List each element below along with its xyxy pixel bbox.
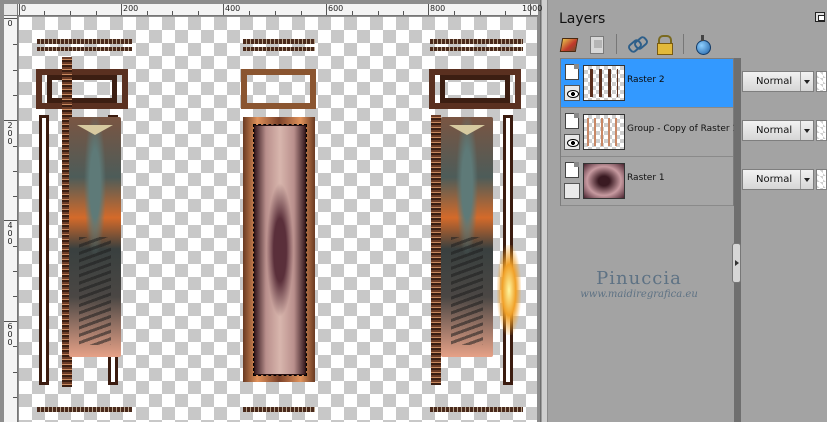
visibility-eye-icon[interactable] [564,85,580,101]
deco-stripe [243,39,315,44]
layer-name: Raster 2 [627,75,665,85]
panel-splitter[interactable] [734,58,741,422]
layer-name: Raster 1 [627,173,665,183]
layer-row-raster-2[interactable]: Raster 2 [561,59,733,108]
layers-toolbar [558,32,714,56]
canvas-area[interactable]: 0 200 400 600 800 1000 0 2 0 0 4 0 0 6 0… [0,0,542,422]
deco-slat [39,115,49,385]
deco-stripe [37,47,132,51]
image-panel-right [441,117,493,357]
bulb-icon[interactable] [692,33,714,55]
deco-stripe [243,407,315,412]
panel-dock-edge[interactable] [542,0,548,422]
float-window-icon[interactable] [815,12,825,22]
ruler-left-label: 0 [7,19,13,28]
blend-mode-value: Normal [756,174,793,185]
deco-stripe [37,39,132,44]
deco-stripe [243,47,315,51]
blend-mode-value: Normal [756,125,793,136]
layer-type-icon [565,162,579,178]
ruler-left-label: 4 0 0 [7,221,13,246]
layer-name: Group - Copy of Raster 1 [627,124,739,134]
layer-thumbnail [583,163,625,199]
blend-mode-dropdown[interactable]: Normal [742,71,814,92]
light-flare [497,245,521,335]
watermark-url: www.maidiregrafica.eu [580,289,698,300]
ruler-left-label: 6 0 0 [7,322,13,347]
ruler-top-label: 400 [225,4,241,13]
visibility-eye-icon[interactable] [564,183,580,199]
deco-stripe [430,39,523,44]
ruler-top[interactable]: 0 200 400 600 800 1000 [18,4,542,16]
chevron-down-icon[interactable] [800,170,813,189]
ruler-corner [4,4,18,16]
layer-row-raster-1[interactable]: Raster 1 [561,157,733,206]
ruler-top-label: 600 [328,4,344,13]
deco-stripe [37,407,132,412]
watermark: Pinuccia www.maidiregrafica.eu [544,268,734,300]
opacity-slider[interactable] [816,120,827,141]
visibility-eye-icon[interactable] [564,134,580,150]
layer-list: Raster 2 Group - Copy of Raster 1 Raster… [560,58,738,206]
blend-mode-dropdown[interactable]: Normal [742,120,814,141]
deco-frame [47,75,117,103]
ruler-top-label: 0 [21,4,27,13]
link-icon[interactable] [625,33,647,55]
ruler-left[interactable]: 0 2 0 0 4 0 0 6 0 0 [4,16,18,422]
panel-title: Layers [559,11,606,27]
layer-type-icon [565,113,579,129]
mask-icon[interactable] [586,33,608,55]
selection-marquee[interactable] [253,124,307,376]
blend-mode-dropdown[interactable]: Normal [742,169,814,190]
brush-icon[interactable] [558,33,580,55]
panel-cap [77,125,113,135]
image-panel-left [69,117,121,357]
deco-stripe [430,407,523,412]
deco-stripe [430,47,523,51]
ruler-top-label: 1000 [522,4,543,13]
opacity-slider[interactable] [816,169,827,190]
lock-icon[interactable] [653,33,675,55]
watermark-name: Pinuccia [596,268,682,289]
ruler-top-label: 800 [430,4,446,13]
chevron-down-icon[interactable] [800,121,813,140]
opacity-slider[interactable] [816,71,827,92]
layer-thumbnail [583,114,625,150]
deco-post [431,115,441,385]
ruler-top-label: 200 [123,4,139,13]
chevron-down-icon[interactable] [800,72,813,91]
blend-mode-value: Normal [756,76,793,87]
image-canvas[interactable] [19,17,537,422]
layer-row-group-copy[interactable]: Group - Copy of Raster 1 [561,108,738,157]
layer-thumbnail [583,65,625,101]
ruler-left-label: 2 0 0 [7,121,13,146]
layer-type-icon [565,64,579,80]
psp-window: 0 200 400 600 800 1000 0 2 0 0 4 0 0 6 0… [0,0,827,422]
deco-frame [241,69,316,109]
panel-cap [449,125,485,135]
deco-frame [440,75,510,103]
